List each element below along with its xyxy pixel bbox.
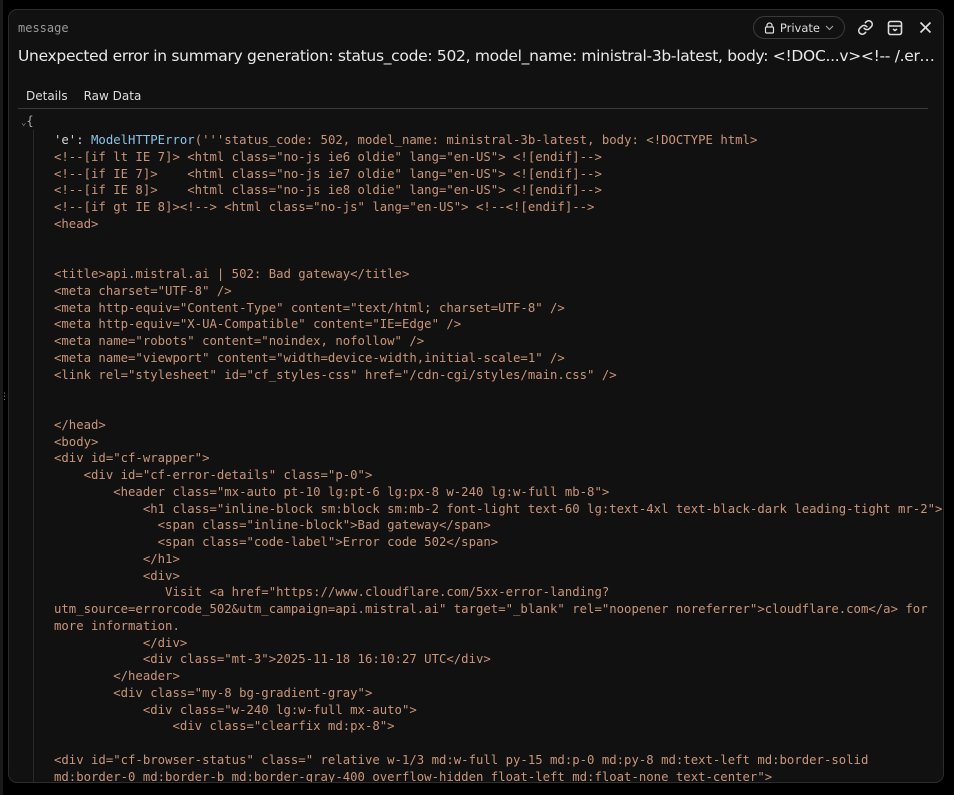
code-block: 'e': ModelHTTPError('''status_code: 502,… <box>54 132 943 783</box>
code-line: <div class="w-240 lg:w-full mx-auto"> <box>54 702 417 717</box>
code-line: </head> <box>54 417 106 432</box>
tab-raw-data[interactable]: Raw Data <box>84 89 142 108</box>
tab-details[interactable]: Details <box>26 89 68 108</box>
code-lines: <!--[if lt IE 7]> <html class="no-js ie6… <box>54 149 943 783</box>
code-line: <h1 class="inline-block sm:block sm:mb-2… <box>54 501 943 516</box>
code-line: <meta http-equiv="X-UA-Compatible" conte… <box>54 317 462 332</box>
code-key: 'e': <box>54 133 84 147</box>
tree-guide-line <box>33 130 34 782</box>
code-class-name: ModelHTTPError <box>91 133 195 147</box>
message-title: Unexpected error in summary generation: … <box>18 47 936 65</box>
code-line: <header class="mx-auto pt-10 lg:pt-6 lg:… <box>54 484 610 499</box>
visibility-label: Private <box>779 20 820 35</box>
code-line: <meta charset="UTF-8" /> <box>54 283 232 298</box>
resize-handle-icon[interactable]: ⋮ <box>0 390 9 404</box>
chevron-down-icon <box>825 25 834 30</box>
code-line: <div class="my-8 bg-gradient-gray"> <box>54 685 373 700</box>
code-line: <!--[if gt IE 8]><!--> <html class="no-j… <box>54 200 595 214</box>
code-line: <!--[if lt IE 7]> <html class="no-js ie6… <box>54 149 602 164</box>
code-first-line-rest: ('''status_code: 502, model_name: minist… <box>194 133 758 147</box>
open-brace: { <box>26 114 34 128</box>
code-line-first: 'e': ModelHTTPError('''status_code: 502,… <box>54 132 942 149</box>
code-line: <meta name="viewport" content="width=dev… <box>54 350 565 365</box>
code-line: <!--[if IE 7]> <html class="no-js ie7 ol… <box>54 166 602 181</box>
code-line: <div id="cf-wrapper"> <box>54 451 210 466</box>
close-icon <box>919 21 931 34</box>
code-line: <div id="cf-browser-status" class=" rela… <box>54 752 869 767</box>
code-line: <div id="cf-error-details" class="p-0"> <box>54 468 373 482</box>
code-line: <meta http-equiv="Content-Type" content=… <box>54 300 565 315</box>
code-line: more information. <box>54 618 180 633</box>
code-line: <!--[if IE 8]> <html class="no-js ie8 ol… <box>54 183 602 198</box>
code-line: <meta name="robots" content="noindex, no… <box>54 334 425 348</box>
code-line: utm_source=errorcode_502&utm_campaign=ap… <box>54 602 928 616</box>
code-line: </h1> <box>54 551 180 566</box>
code-line: Visit <a href="https://www.cloudflare.co… <box>54 585 610 600</box>
code-line: <span class="code-label">Error code 502<… <box>54 535 499 549</box>
code-line: <head> <box>54 216 99 231</box>
json-tree-toggle[interactable]: ⌄{ <box>21 114 34 128</box>
copy-link-button[interactable] <box>855 18 875 38</box>
code-line: <div class="clearfix md:px-8"> <box>54 719 395 734</box>
code-line: <div class="mt-3">2025-11-18 16:10:27 UT… <box>54 652 491 667</box>
archive-icon <box>887 20 903 35</box>
code-line: <title>api.mistral.ai | 502: Bad gateway… <box>54 267 410 281</box>
code-line: <link rel="stylesheet" id="cf_styles-css… <box>54 367 617 382</box>
code-line: <div> <box>54 568 180 583</box>
lock-icon <box>764 21 775 34</box>
panel-actions: Private <box>752 16 935 39</box>
code-line: </header> <box>54 669 180 683</box>
code-line: <span class="inline-block">Bad gateway</… <box>54 518 491 533</box>
link-icon <box>857 20 873 35</box>
message-detail-panel: message Private Unexpected error in summ… <box>8 9 944 783</box>
tab-bar: Details Raw Data <box>18 89 928 109</box>
visibility-dropdown[interactable]: Private <box>752 16 845 39</box>
code-line: <body> <box>54 434 99 449</box>
code-line: md:border-0 md:border-b md:border-gray-4… <box>54 769 773 783</box>
archive-button[interactable] <box>885 18 905 38</box>
panel-label: message <box>18 21 69 35</box>
close-button[interactable] <box>915 18 935 38</box>
code-line: </div> <box>54 635 188 650</box>
